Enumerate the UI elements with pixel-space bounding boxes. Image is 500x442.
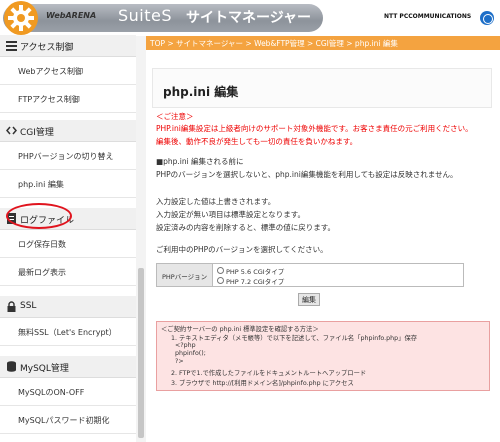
sidebar-item-label: 無料SSL（Let's Encrypt） — [18, 328, 117, 337]
sidebar-section-label: MySQL管理 — [20, 364, 69, 374]
note-heading: ■php.ini 編集される前に — [156, 157, 244, 166]
sidebar-item-label: MySQLのON-OFF — [18, 388, 85, 397]
php-version-label-cell: PHPバージョン — [157, 264, 213, 286]
sidebar-item-label: Webアクセス制御 — [18, 67, 84, 76]
sidebar-section-cgi[interactable]: CGI管理 — [0, 120, 136, 142]
header-dot-icon[interactable] — [326, 11, 339, 24]
list-icon — [6, 41, 17, 51]
app-title: サイトマネージャー — [186, 10, 312, 26]
page-title: php.ini 編集 — [163, 85, 239, 99]
logout-power-icon[interactable] — [480, 11, 494, 25]
caution-text: 編集後、動作不良が発生しても一切の責任を負いかねます。 — [156, 137, 358, 146]
breadcrumb-text[interactable]: TOP > サイトマネージャー > Web&FTP管理 > CGI管理 > ph… — [150, 38, 398, 49]
note-text: 入力設定が無い項目は標準設定となります。 — [156, 210, 306, 219]
php-version-table: PHPバージョン PHP 5.6 CGIタイプ PHP 7.2 CGIタイプ — [156, 263, 464, 287]
edit-button[interactable]: 編集 — [298, 293, 320, 306]
ntt-logo: NTT PCCOMMUNICATIONS — [384, 13, 472, 20]
database-icon — [7, 361, 16, 372]
sidebar-scroll-thumb[interactable] — [138, 268, 144, 438]
howto-line: 1. テキストエディタ（メモ帳等）で以下を記述して、ファイル名「phpinfo.… — [171, 335, 418, 342]
sidebar-item-label: MySQLパスワード初期化 — [18, 416, 110, 425]
howto-line: <?php — [175, 342, 196, 349]
gear-logo-icon — [4, 1, 38, 35]
sidebar-item-label: ログ保存日数 — [18, 240, 66, 249]
sidebar-item-label: FTPアクセス制御 — [18, 95, 80, 104]
sidebar-item-mysql-password[interactable]: MySQLパスワード初期化 — [0, 406, 136, 434]
php-version-label: PHPバージョン — [162, 273, 208, 281]
sidebar-item-php-version[interactable]: PHPバージョンの切り替え — [0, 142, 136, 170]
caution-heading: ＜ご注意＞ — [156, 112, 194, 121]
main-content: php.ini 編集 ＜ご注意＞ PHP.ini編集設定は上級者向けのサポート対… — [146, 50, 500, 442]
app-header: WebARENA SuiteS サイトマネージャー NTT PCCOMMUNIC… — [0, 0, 500, 36]
caution-text: PHP.ini編集設定は上級者向けのサポート対象外機能です。お客さま責任の元ご利… — [156, 124, 473, 133]
code-icon — [6, 126, 17, 135]
howto-heading: ＜ご契約サーバーの php.ini 標準設定を確認する方法＞ — [161, 326, 319, 333]
sidebar-section-ssl[interactable]: SSL — [0, 296, 136, 318]
howto-line: ?> — [175, 358, 184, 365]
sidebar-item-label: PHPバージョンの切り替え — [18, 152, 114, 161]
sidebar-item-log-retention[interactable]: ログ保存日数 — [0, 230, 136, 258]
sidebar-section-access[interactable]: アクセス制御 — [0, 35, 136, 57]
howto-line: phpinfo(); — [175, 350, 206, 357]
brand-logo: WebARENA — [46, 11, 97, 20]
howto-line: 3. ブラウザで http://[利用ドメイン名]/phpinfo.php にア… — [171, 380, 354, 387]
radio-button[interactable] — [217, 277, 224, 284]
sidebar-item-mysql-onoff[interactable]: MySQLのON-OFF — [0, 378, 136, 406]
note-text: PHPのバージョンを選択しないと、php.ini編集機能を利用しても設定は反映さ… — [156, 170, 458, 179]
header-dot-icon[interactable] — [345, 11, 358, 24]
sidebar-section-label: アクセス制御 — [20, 43, 74, 53]
radio-label[interactable]: PHP 7.2 CGIタイプ — [226, 276, 284, 286]
sidebar-section-label: CGI管理 — [20, 128, 54, 138]
sidebar-item-web-access[interactable]: Webアクセス制御 — [0, 57, 136, 85]
sidebar-item-free-ssl[interactable]: 無料SSL（Let's Encrypt） — [0, 318, 136, 346]
sidebar-item-label: php.ini 編集 — [18, 180, 64, 189]
radio-button[interactable] — [217, 267, 224, 274]
highlight-annotation — [6, 203, 72, 229]
note-text: 設定済みの内容を削除すると、標準の値に戻ります。 — [156, 223, 335, 232]
breadcrumb: TOP > サイトマネージャー > Web&FTP管理 > CGI管理 > ph… — [146, 36, 500, 50]
note-text: ご利用中のPHPのバージョンを選択してください。 — [156, 245, 328, 254]
radio-label[interactable]: PHP 5.6 CGIタイプ — [226, 266, 284, 276]
sidebar-section-label: SSL — [20, 301, 37, 311]
howto-line: 2. FTPで1.で作成したファイルをドキュメントルートへアップロード — [171, 370, 367, 377]
product-name: SuiteS — [118, 6, 173, 25]
page-title-box: php.ini 編集 — [152, 68, 492, 108]
sidebar: アクセス制御 Webアクセス制御 FTPアクセス制御 CGI管理 PHPバージョ… — [0, 35, 146, 442]
sidebar-item-latest-log[interactable]: 最新ログ表示 — [0, 258, 136, 286]
sidebar-item-ftp-access[interactable]: FTPアクセス制御 — [0, 85, 136, 113]
lock-icon — [7, 301, 16, 312]
sidebar-section-mysql[interactable]: MySQL管理 — [0, 356, 136, 378]
sidebar-item-label: 最新ログ表示 — [18, 268, 66, 277]
sidebar-item-php-ini[interactable]: php.ini 編集 — [0, 170, 136, 198]
howto-box: ＜ご契約サーバーの php.ini 標準設定を確認する方法＞ 1. テキストエデ… — [156, 321, 490, 391]
note-text: 入力設定した値は上書きされます。 — [156, 197, 276, 206]
